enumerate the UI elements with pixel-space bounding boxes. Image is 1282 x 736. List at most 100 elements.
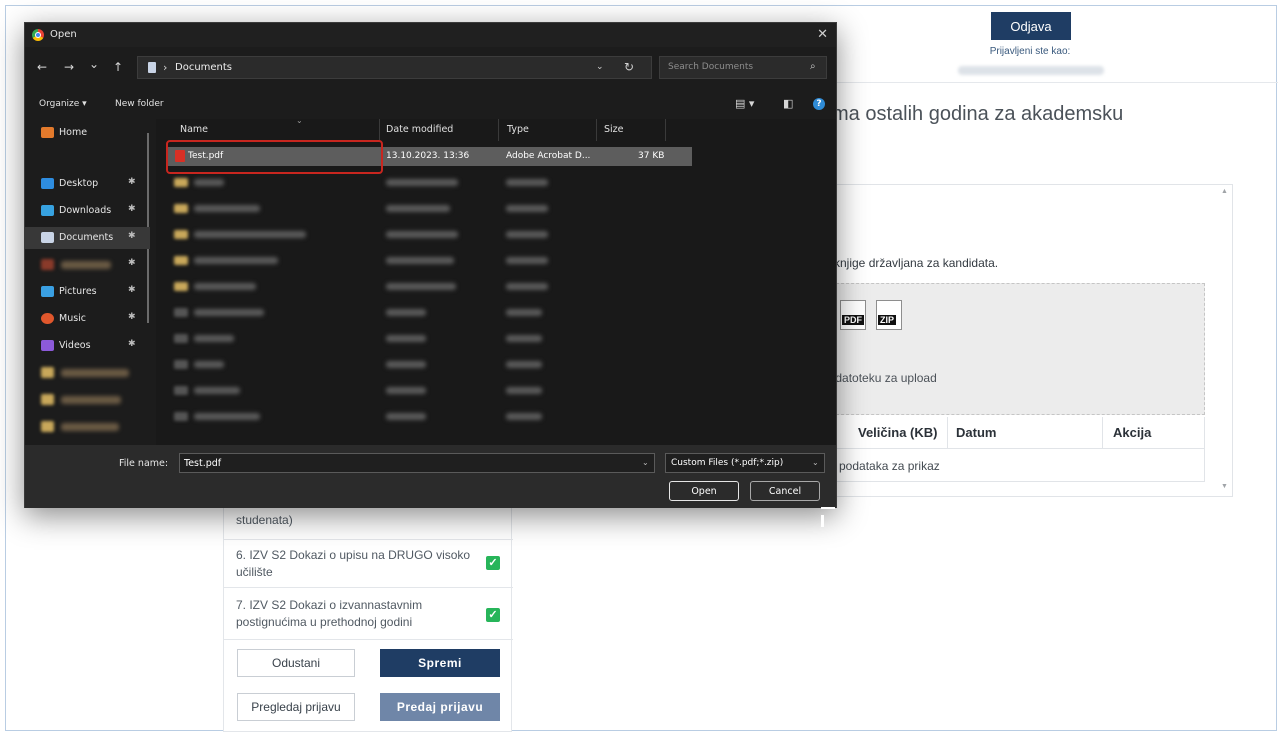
- files-table-empty-row: a podataka za prikaz: [816, 449, 1205, 482]
- breadcrumb-documents[interactable]: Documents: [175, 62, 232, 73]
- column-header-type[interactable]: Type: [507, 124, 529, 135]
- nav-item-label: Desktop: [59, 178, 99, 189]
- nav-item-home[interactable]: Home: [25, 122, 150, 144]
- file-row-redacted[interactable]: [168, 225, 692, 244]
- check-icon: ✓: [486, 556, 500, 570]
- empty-message: a podataka za prikaz: [829, 459, 940, 473]
- folder-icon: [174, 256, 188, 265]
- column-header-action: Akcija: [1113, 425, 1152, 440]
- column-divider[interactable]: [596, 119, 597, 141]
- preview-application-button[interactable]: Pregledaj prijavu: [237, 693, 355, 721]
- file-icon: [174, 334, 188, 343]
- file-icon: [174, 308, 188, 317]
- nav-item-music[interactable]: Music ✱: [25, 308, 150, 330]
- nav-item-redacted[interactable]: [25, 416, 150, 438]
- submit-application-button[interactable]: Predaj prijavu: [380, 693, 500, 721]
- file-row-redacted[interactable]: [168, 381, 692, 400]
- nav-item-redacted[interactable]: [25, 362, 150, 384]
- logout-button[interactable]: Odjava: [991, 12, 1071, 40]
- selection-highlight-annotation: [166, 140, 383, 174]
- file-row-redacted[interactable]: [168, 277, 692, 296]
- column-header-name[interactable]: Name: [180, 124, 208, 135]
- chevron-down-icon[interactable]: ⌄: [642, 458, 649, 467]
- redacted-date: [386, 387, 426, 394]
- videos-icon: [41, 340, 54, 351]
- nav-item-videos[interactable]: Videos ✱: [25, 335, 150, 357]
- nav-item-documents[interactable]: Documents ✱: [25, 227, 150, 249]
- file-row-redacted[interactable]: [168, 407, 692, 426]
- file-type-filter-value: Custom Files (*.pdf;*.zip): [671, 458, 784, 468]
- redacted-date: [386, 179, 458, 186]
- file-row-redacted[interactable]: [168, 303, 692, 322]
- chevron-down-icon[interactable]: ⌄: [812, 458, 819, 467]
- redacted-type: [506, 283, 548, 290]
- close-icon[interactable]: ✕: [817, 27, 828, 42]
- nav-item-label: Documents: [59, 232, 114, 243]
- cancel-button[interactable]: Odustani: [237, 649, 355, 677]
- header-divider: [820, 82, 1278, 83]
- pin-icon: ✱: [128, 177, 136, 187]
- organize-menu[interactable]: Organize ▾: [39, 99, 87, 109]
- nav-item-redacted[interactable]: [25, 389, 150, 411]
- file-row-redacted[interactable]: [168, 199, 692, 218]
- home-icon: [41, 127, 54, 138]
- open-button[interactable]: Open: [669, 481, 739, 501]
- file-row-redacted[interactable]: [168, 251, 692, 270]
- check-icon: ✓: [486, 608, 500, 622]
- nav-item-pictures[interactable]: Pictures ✱: [25, 281, 150, 303]
- forward-icon[interactable]: →: [64, 60, 74, 74]
- redacted-name: [194, 205, 260, 212]
- resize-grip-icon[interactable]: [821, 507, 835, 529]
- pin-icon: ✱: [128, 339, 136, 349]
- save-button[interactable]: Spremi: [380, 649, 500, 677]
- column-header-size[interactable]: Size: [604, 124, 624, 135]
- redacted-type: [506, 231, 548, 238]
- up-folder-icon[interactable]: ↑: [113, 60, 123, 74]
- file-row-redacted[interactable]: [168, 173, 692, 192]
- redacted-type: [506, 179, 548, 186]
- files-table-header: Veličina (KB) Datum Akcija: [816, 417, 1205, 449]
- folder-icon: [174, 204, 188, 213]
- file-row-redacted[interactable]: [168, 355, 692, 374]
- file-name-input[interactable]: Test.pdf ⌄: [179, 453, 655, 473]
- document-label: studenata): [236, 513, 293, 527]
- back-icon[interactable]: ←: [37, 60, 47, 74]
- search-icon[interactable]: ⌕: [810, 61, 816, 72]
- upload-dropzone[interactable]: [816, 283, 1205, 415]
- scroll-down-icon[interactable]: ▼: [1221, 483, 1228, 490]
- file-name-label: File name:: [119, 458, 169, 469]
- address-bar[interactable]: › Documents ⌄ ↻: [137, 56, 652, 79]
- preview-pane-icon[interactable]: ◧: [783, 97, 793, 110]
- dropzone-text: te datoteku za upload: [822, 371, 937, 385]
- column-divider[interactable]: [498, 119, 499, 141]
- file-type-filter-select[interactable]: Custom Files (*.pdf;*.zip) ⌄: [665, 453, 825, 473]
- file-open-dialog: Open ✕ ← → ⌄ ↑ › Documents ⌄ ↻ Search Do…: [24, 22, 837, 527]
- column-header-size: Veličina (KB): [858, 425, 938, 440]
- column-header-date-modified[interactable]: Date modified: [386, 124, 453, 135]
- search-input[interactable]: Search Documents ⌕: [659, 56, 827, 79]
- scroll-up-icon[interactable]: ▲: [1221, 188, 1228, 195]
- nav-item-redacted[interactable]: ✱: [25, 254, 150, 276]
- dialog-toolbar: Organize ▾ New folder ▤ ▾ ◧ ?: [25, 89, 836, 119]
- nav-item-desktop[interactable]: Desktop ✱: [25, 173, 150, 195]
- file-type: Adobe Acrobat D...: [506, 151, 591, 161]
- sort-chevron-icon: ⌄: [296, 116, 303, 125]
- list-item[interactable]: 7. IZV S2 Dokazi o izvannastavnim postig…: [224, 588, 513, 640]
- new-folder-button[interactable]: New folder: [115, 99, 164, 109]
- column-divider[interactable]: [379, 119, 380, 141]
- nav-item-downloads[interactable]: Downloads ✱: [25, 200, 150, 222]
- column-divider[interactable]: [665, 119, 666, 141]
- file-icon: [174, 360, 188, 369]
- help-icon[interactable]: ?: [813, 98, 825, 110]
- cancel-button[interactable]: Cancel: [750, 481, 820, 501]
- refresh-icon[interactable]: ↻: [624, 60, 634, 74]
- list-item[interactable]: 6. IZV S2 Dokazi o upisu na DRUGO visoko…: [224, 540, 513, 588]
- redacted-type: [506, 335, 542, 342]
- view-options-icon[interactable]: ▤ ▾: [735, 97, 754, 110]
- redacted-date: [386, 413, 426, 420]
- chevron-down-icon[interactable]: ⌄: [596, 62, 604, 72]
- recent-locations-icon[interactable]: ⌄: [89, 57, 99, 71]
- redacted-name: [194, 179, 224, 186]
- upload-instruction: iz knjige državljana za kandidata.: [822, 256, 999, 270]
- file-row-redacted[interactable]: [168, 329, 692, 348]
